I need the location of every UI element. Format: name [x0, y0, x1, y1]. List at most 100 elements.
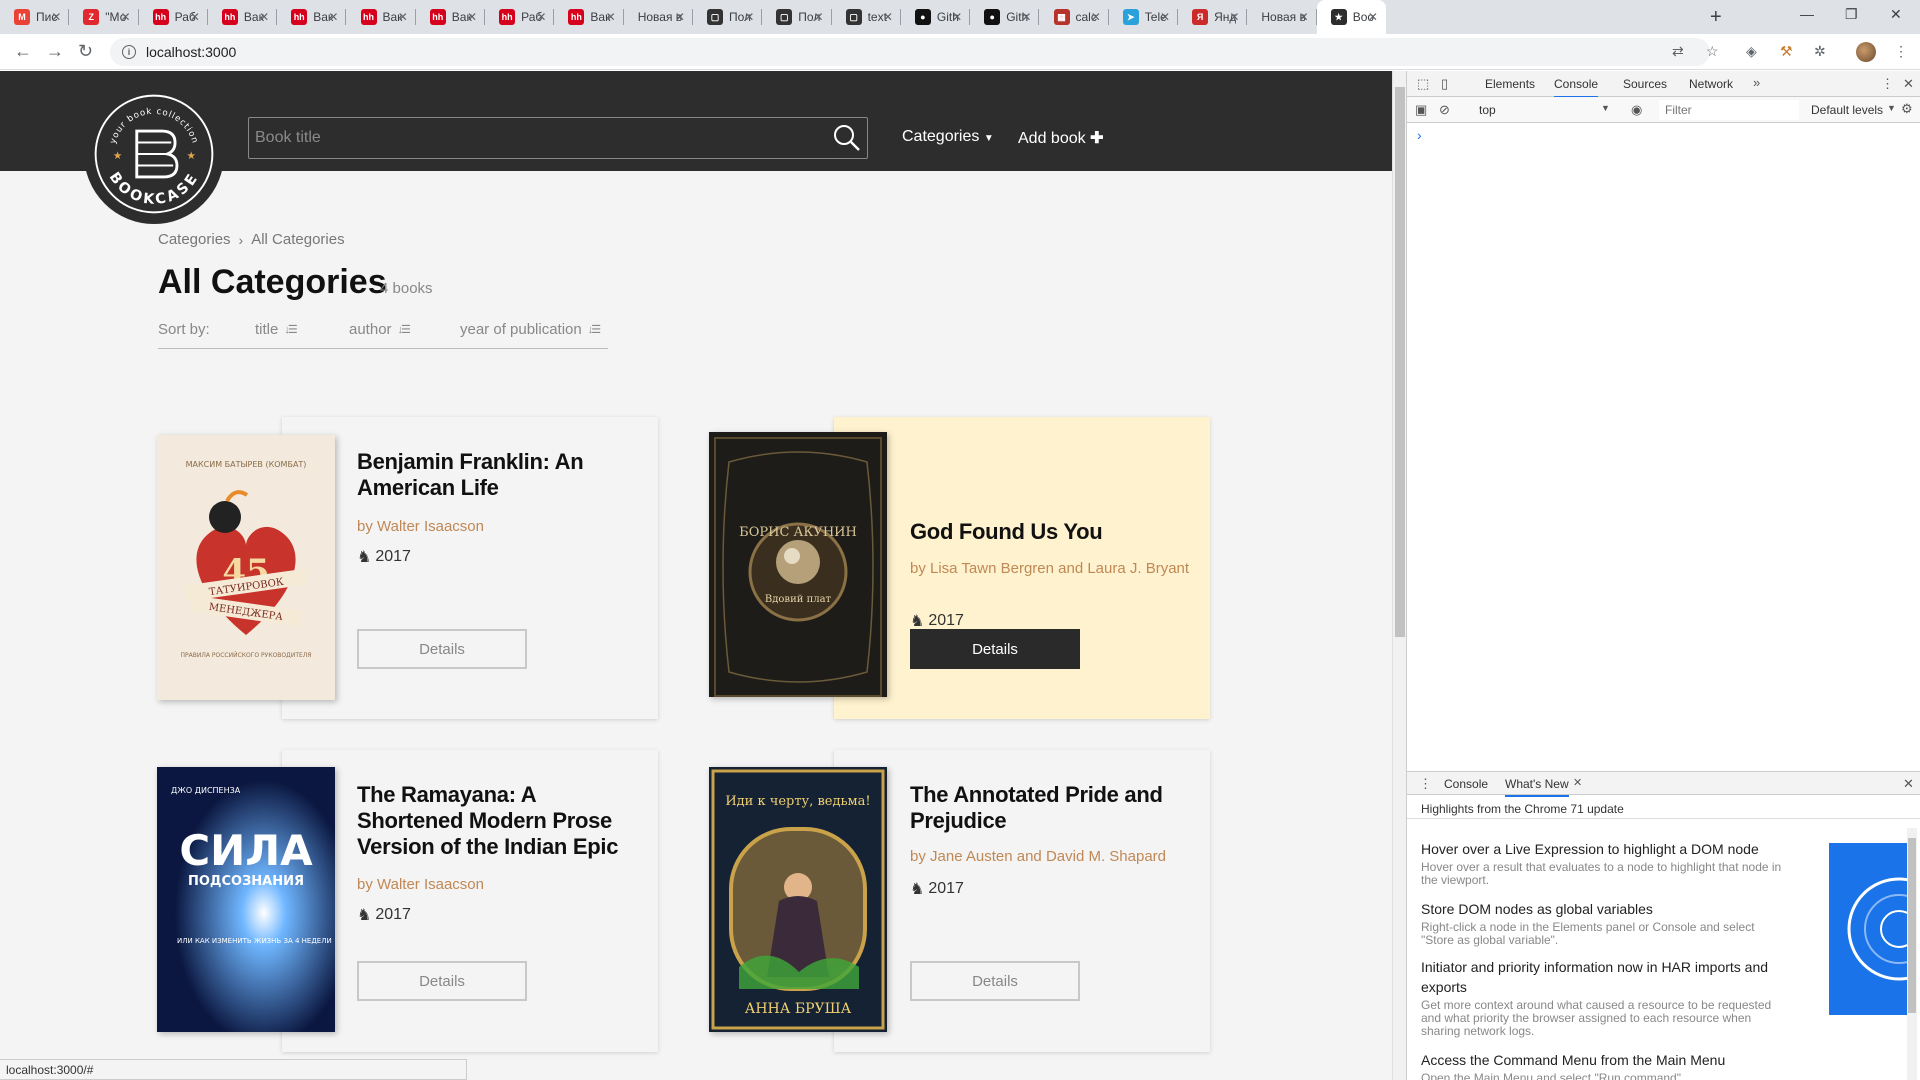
book-cover[interactable]: ДЖО ДИСПЕНЗА СИЛА ПОДСОЗНАНИЯ ИЛИ КАК ИЗ… [157, 767, 335, 1032]
browser-tab[interactable]: ● Gith ✕ [970, 0, 1040, 34]
address-bar[interactable]: i localhost:3000 [110, 38, 1710, 66]
browser-tab[interactable]: Новая в ✕ [624, 0, 693, 34]
details-button[interactable]: Details [910, 629, 1080, 669]
browser-tab[interactable]: hh Раб ✕ [485, 0, 555, 34]
book-author[interactable]: by Walter Isaacson [357, 517, 637, 536]
nav-add-book[interactable]: Add book ✚ [1018, 128, 1103, 148]
scrollbar-thumb[interactable] [1908, 838, 1916, 1013]
browser-tab[interactable]: ▢ Пол ✕ [762, 0, 832, 34]
context-select[interactable]: top [1479, 103, 1496, 117]
close-tab-icon[interactable]: ✕ [328, 10, 338, 24]
drawer-tab-whats-new[interactable]: What's New [1505, 777, 1569, 797]
scrollbar-thumb[interactable] [1395, 87, 1405, 637]
browser-tab[interactable]: hh Раб ✕ [139, 0, 208, 34]
bookmark-star-icon[interactable]: ☆ [1706, 43, 1719, 60]
browser-tab[interactable]: hh Вак ✕ [347, 0, 416, 34]
whats-new-item[interactable]: Store DOM nodes as global variables Righ… [1421, 899, 1786, 947]
browser-tab[interactable]: Z "Мо ✕ [69, 0, 139, 34]
close-tab-icon[interactable]: ✕ [675, 10, 685, 24]
sidebar-toggle-icon[interactable]: ▣ [1415, 102, 1427, 118]
extension-icon[interactable]: ⚒ [1780, 43, 1793, 60]
close-tab-icon[interactable]: ✕ [398, 10, 408, 24]
close-icon[interactable]: ✕ [1903, 76, 1914, 92]
browser-tab[interactable]: ▢ text ✕ [832, 0, 901, 34]
close-tab-icon[interactable]: ✕ [952, 10, 962, 24]
sort-author[interactable]: author ↓☰ [349, 321, 411, 338]
close-tab-icon[interactable]: ✕ [1368, 10, 1378, 24]
book-title[interactable]: The Ramayana: A Shortened Modern Prose V… [357, 782, 647, 860]
minimize-icon[interactable]: — [1800, 6, 1814, 22]
clear-console-icon[interactable]: ⊘ [1439, 102, 1450, 118]
book-title[interactable]: The Annotated Pride and Prejudice [910, 782, 1200, 834]
close-tab-icon[interactable]: ✕ [883, 10, 893, 24]
profile-avatar[interactable] [1856, 42, 1876, 62]
sort-year[interactable]: year of publication ↓☰ [460, 321, 601, 338]
browser-tab[interactable]: M Пис ✕ [0, 0, 70, 34]
close-tab-icon[interactable]: ✕ [1091, 10, 1101, 24]
browser-tab[interactable]: ➤ Tele ✕ [1109, 0, 1179, 34]
book-cover[interactable]: МАКСИМ БАТЫРЕВ (КОМБАТ) 45 ТАТУИРОВОК МЕ… [157, 435, 335, 700]
device-toggle-icon[interactable]: ▯ [1441, 76, 1448, 92]
browser-tab[interactable]: hh Вак ✕ [208, 0, 278, 34]
whats-new-item[interactable]: Access the Command Menu from the Main Me… [1421, 1050, 1786, 1080]
close-tab-icon[interactable]: ✕ [1299, 10, 1309, 24]
sort-title[interactable]: title ↓☰ [255, 321, 298, 338]
devtools-tab-network[interactable]: Network [1689, 77, 1733, 91]
browser-tab[interactable]: Новая в ✕ [1247, 0, 1317, 34]
close-window-icon[interactable]: ✕ [1890, 6, 1902, 23]
book-cover[interactable]: БОРИС АКУНИН Вдовий плат [709, 432, 887, 697]
eye-icon[interactable]: ◉ [1631, 102, 1642, 118]
close-tab-icon[interactable]: ✕ [536, 10, 546, 24]
extension-icon[interactable]: ◈ [1746, 43, 1757, 60]
forward-icon[interactable]: → [46, 41, 64, 62]
log-levels-select[interactable]: Default levels [1811, 103, 1883, 117]
book-title[interactable]: God Found Us You [910, 519, 1200, 545]
drawer-tab-console[interactable]: Console [1444, 777, 1488, 791]
close-tab-icon[interactable]: ✕ [1229, 10, 1239, 24]
search-input[interactable] [249, 129, 827, 147]
devtools-tab-console[interactable]: Console [1554, 77, 1599, 98]
close-tab-icon[interactable]: ✕ [814, 10, 824, 24]
close-tab-icon[interactable]: ✕ [1160, 10, 1170, 24]
close-tab-icon[interactable]: ✕ [51, 10, 61, 24]
whats-new-item[interactable]: Initiator and priority information now i… [1421, 957, 1786, 1038]
details-button[interactable]: Details [910, 961, 1080, 1001]
close-tab-icon[interactable]: ✕ [744, 10, 754, 24]
devtools-menu-icon[interactable]: ⋮ [1881, 76, 1894, 92]
browser-tab[interactable]: hh Вак ✕ [416, 0, 486, 34]
browser-tab[interactable]: ▢ Пол ✕ [693, 0, 763, 34]
nav-categories[interactable]: Categories ▼ [902, 128, 994, 146]
book-author[interactable]: by Walter Isaacson [357, 875, 637, 894]
new-tab-button[interactable]: + [1710, 6, 1722, 29]
browser-tab[interactable]: Я Янд ✕ [1178, 0, 1248, 34]
translate-icon[interactable]: ⇄ [1672, 43, 1684, 60]
console-prompt[interactable]: › [1417, 127, 1422, 143]
browser-tab[interactable]: hh Вак ✕ [277, 0, 347, 34]
site-info-icon[interactable]: i [122, 45, 136, 59]
whats-new-thumbnail[interactable] [1829, 843, 1907, 1015]
devtools-tab-elements[interactable]: Elements [1485, 77, 1535, 91]
bookcase-logo[interactable]: your book collection BOOKCASE ★ ★ [84, 84, 224, 224]
close-icon[interactable]: ✕ [1573, 776, 1582, 789]
breadcrumb-categories[interactable]: Categories [158, 231, 231, 248]
more-tabs-icon[interactable]: » [1753, 75, 1760, 90]
devtools-tab-sources[interactable]: Sources [1623, 77, 1667, 91]
browser-tab[interactable]: hh Вак ✕ [554, 0, 624, 34]
browser-tab[interactable]: ● Gith ✕ [901, 0, 971, 34]
console-filter-input[interactable] [1659, 100, 1799, 120]
drawer-menu-icon[interactable]: ⋮ [1419, 776, 1432, 792]
close-tab-icon[interactable]: ✕ [1021, 10, 1031, 24]
book-author[interactable]: by Jane Austen and David M. Shapard [910, 847, 1190, 866]
restore-icon[interactable]: ❐ [1845, 6, 1858, 23]
book-author[interactable]: by Lisa Tawn Bergren and Laura J. Bryant [910, 559, 1190, 578]
breadcrumb-all-categories[interactable]: All Categories [251, 231, 344, 248]
details-button[interactable]: Details [357, 961, 527, 1001]
browser-tab[interactable]: ★ Boo ✕ [1316, 0, 1386, 34]
close-tab-icon[interactable]: ✕ [190, 10, 200, 24]
close-tab-icon[interactable]: ✕ [606, 10, 616, 24]
inspect-icon[interactable]: ⬚ [1417, 76, 1429, 92]
browser-tab[interactable]: ▦ calc ✕ [1040, 0, 1109, 34]
back-icon[interactable]: ← [14, 41, 32, 62]
book-title[interactable]: Benjamin Franklin: An American Life [357, 449, 647, 501]
page-scrollbar[interactable] [1392, 71, 1406, 1080]
